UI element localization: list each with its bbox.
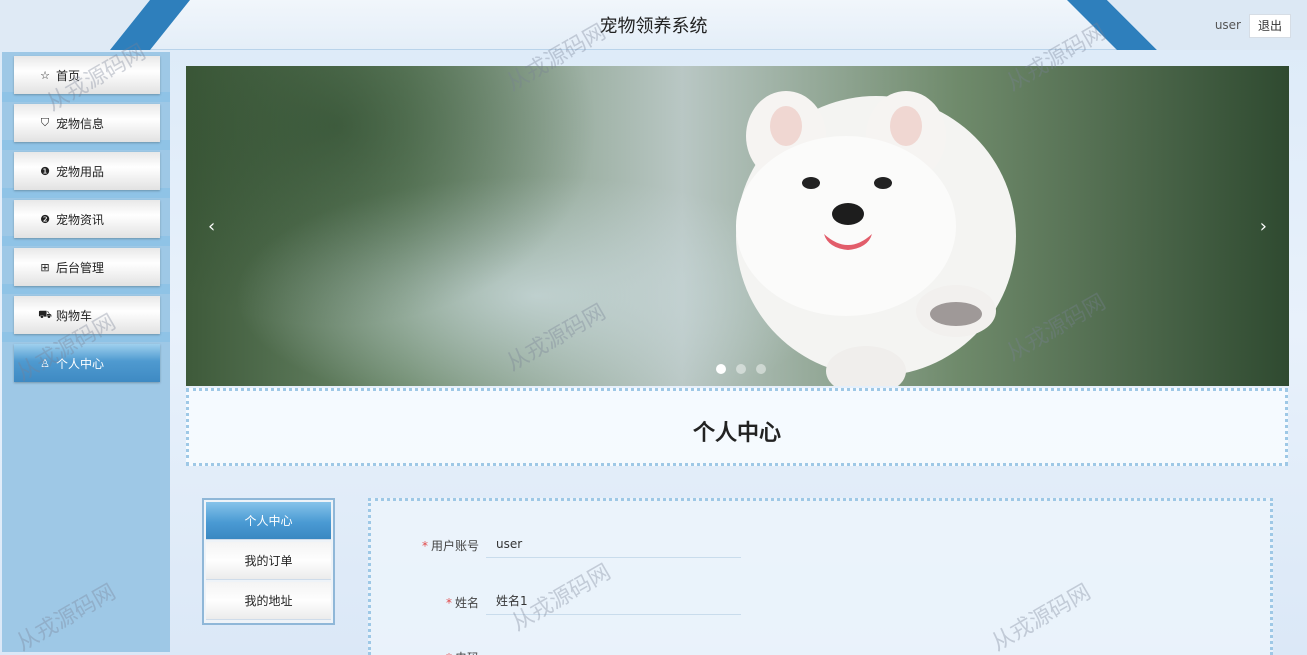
sidebar-item-label: 宠物信息 <box>56 116 105 131</box>
required-mark: * <box>445 596 452 610</box>
sidebar-item-label: 个人中心 <box>56 356 105 371</box>
info-icon: ❶ <box>40 164 50 178</box>
sub-menu-item-profile[interactable]: 个人中心 <box>206 502 331 540</box>
sidebar-item-label: 宠物资讯 <box>56 212 105 227</box>
user-icon: ♙ <box>40 356 50 370</box>
required-mark: * <box>421 539 428 553</box>
current-user: user <box>1214 18 1241 32</box>
app-header: 宠物领养系统 user 退出 <box>0 0 1307 50</box>
sub-menu-item-address[interactable]: 我的地址 <box>206 582 331 620</box>
field-label-text: 电码 <box>455 651 479 655</box>
carousel-prev-button[interactable]: ‹ <box>208 216 215 237</box>
sub-menu-item-orders[interactable]: 我的订单 <box>206 542 331 580</box>
banner-carousel: ‹ › <box>186 66 1289 386</box>
carousel-dot[interactable] <box>735 364 746 374</box>
page-title: 个人中心 <box>692 421 781 446</box>
logout-button[interactable]: 退出 <box>1249 14 1291 38</box>
carousel-dot[interactable] <box>716 364 726 374</box>
package-icon: ⊞ <box>40 260 50 274</box>
name-field-label: * 姓名 <box>371 594 479 611</box>
carousel-dot[interactable] <box>755 364 766 374</box>
sidebar-item-admin[interactable]: ⊞ 后台管理 <box>14 248 160 286</box>
sidebar-item-profile[interactable]: ♙ 个人中心 <box>14 344 160 382</box>
field-label-text: 姓名 <box>454 596 479 610</box>
carousel-next-button[interactable]: › <box>1260 216 1267 237</box>
sidebar-item-label: 首页 <box>56 68 81 83</box>
sidebar-item-home[interactable]: ☆ 首页 <box>14 56 160 94</box>
banner-dog-image <box>736 91 1016 386</box>
field-label-text: 用户账号 <box>430 539 479 553</box>
star-icon: ☆ <box>40 68 50 82</box>
sidebar-item-pet-news[interactable]: ❷ 宠物资讯 <box>14 200 160 238</box>
profile-form: *用户账号 user *姓名 姓名1 *电码 <box>368 498 1273 655</box>
sidebar-item-cart[interactable]: ⛟ 购物车 <box>14 296 160 334</box>
sidebar: ☆ 首页 ⛉ 宠物信息 ❶ 宠物用品 ❷ 宠物资讯 ⊞ 后台管理 ⛟ 购物车 ♙… <box>2 52 170 652</box>
section-title-box: 个人中心 <box>186 388 1288 466</box>
carousel-indicators <box>716 363 772 377</box>
app-title: 宠物领养系统 <box>599 16 708 37</box>
account-field-label: * 用户账号 <box>371 537 479 554</box>
account-field[interactable]: user <box>486 530 741 558</box>
sidebar-item-pet-info[interactable]: ⛉ 宠物信息 <box>14 104 160 142</box>
bag-icon: ⛉ <box>40 116 50 129</box>
name-field[interactable]: 姓名1 <box>486 587 741 615</box>
phone-field-label: *电码 <box>371 649 479 655</box>
profile-sub-menu: 个人中心 我的订单 我的地址 <box>202 498 335 625</box>
question-icon: ❷ <box>40 212 50 226</box>
sidebar-item-pet-supplies[interactable]: ❶ 宠物用品 <box>14 152 160 190</box>
cart-icon: ⛟ <box>38 307 52 321</box>
sidebar-item-label: 后台管理 <box>56 260 105 275</box>
sidebar-item-label: 宠物用品 <box>56 164 105 179</box>
required-mark: * <box>446 651 452 655</box>
sidebar-item-label: 购物车 <box>56 308 93 323</box>
